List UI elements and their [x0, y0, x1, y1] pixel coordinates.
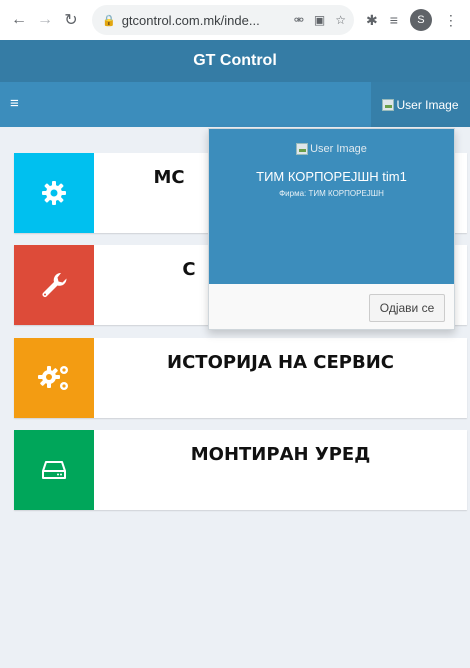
- user-dropdown: User Image ТИМ КОРПОРЕЈШН tim1 Фирма: ТИ…: [208, 128, 455, 330]
- more-menu-icon[interactable]: ⋮: [444, 12, 458, 29]
- url-text[interactable]: gtcontrol.com.mk/inde...: [122, 13, 294, 28]
- back-icon[interactable]: ←: [6, 7, 32, 33]
- forward-icon[interactable]: →: [32, 7, 58, 33]
- card-istorija[interactable]: ИСТОРИЈА НА СЕРВИС: [14, 338, 467, 418]
- star-icon[interactable]: ☆: [335, 13, 346, 27]
- navbar: ≡ User Image: [0, 82, 470, 127]
- card-title: МОНТИРАН УРЕД: [190, 444, 371, 465]
- translate-icon[interactable]: ▣: [314, 13, 325, 27]
- key-icon[interactable]: ⚮: [294, 13, 304, 27]
- app-title: GT Control: [0, 40, 470, 82]
- gears-icon: [14, 338, 94, 418]
- user-image: User Image: [209, 143, 454, 156]
- signout-button[interactable]: Одјави се: [369, 294, 445, 322]
- lock-icon: 🔒: [102, 14, 116, 27]
- user-image-alt: User Image: [310, 143, 367, 155]
- user-header: User Image ТИМ КОРПОРЕЈШН tim1 Фирма: ТИ…: [209, 129, 454, 284]
- user-image-icon: [382, 98, 395, 111]
- user-company: Фирма: ТИМ КОРПОРЕЈШН: [279, 189, 384, 199]
- extensions-icon[interactable]: ✱: [366, 12, 378, 29]
- browser-toolbar: ← → ↻ 🔒 gtcontrol.com.mk/inde... ⚮ ▣ ☆ ✱…: [0, 0, 470, 40]
- menu-toggle-icon[interactable]: ≡: [10, 96, 24, 112]
- address-bar[interactable]: 🔒 gtcontrol.com.mk/inde... ⚮ ▣ ☆: [92, 5, 354, 35]
- user-menu-toggle[interactable]: User Image: [371, 82, 470, 127]
- user-footer: Одјави се: [209, 284, 454, 329]
- profile-avatar[interactable]: S: [409, 9, 432, 31]
- user-name: ТИМ КОРПОРЕЈШН tim1: [256, 169, 407, 185]
- card-title: ИСТОРИЈА НА СЕРВИС: [167, 352, 394, 373]
- user-image-icon: [296, 143, 309, 156]
- hdd-icon: [14, 430, 94, 510]
- reload-icon[interactable]: ↻: [58, 7, 84, 33]
- reading-list-icon[interactable]: ≡: [390, 12, 398, 28]
- user-image-alt: User Image: [396, 97, 459, 112]
- gear-icon: [14, 153, 94, 233]
- wrench-icon: [14, 245, 94, 325]
- card-montiran-ured[interactable]: МОНТИРАН УРЕД: [14, 430, 467, 510]
